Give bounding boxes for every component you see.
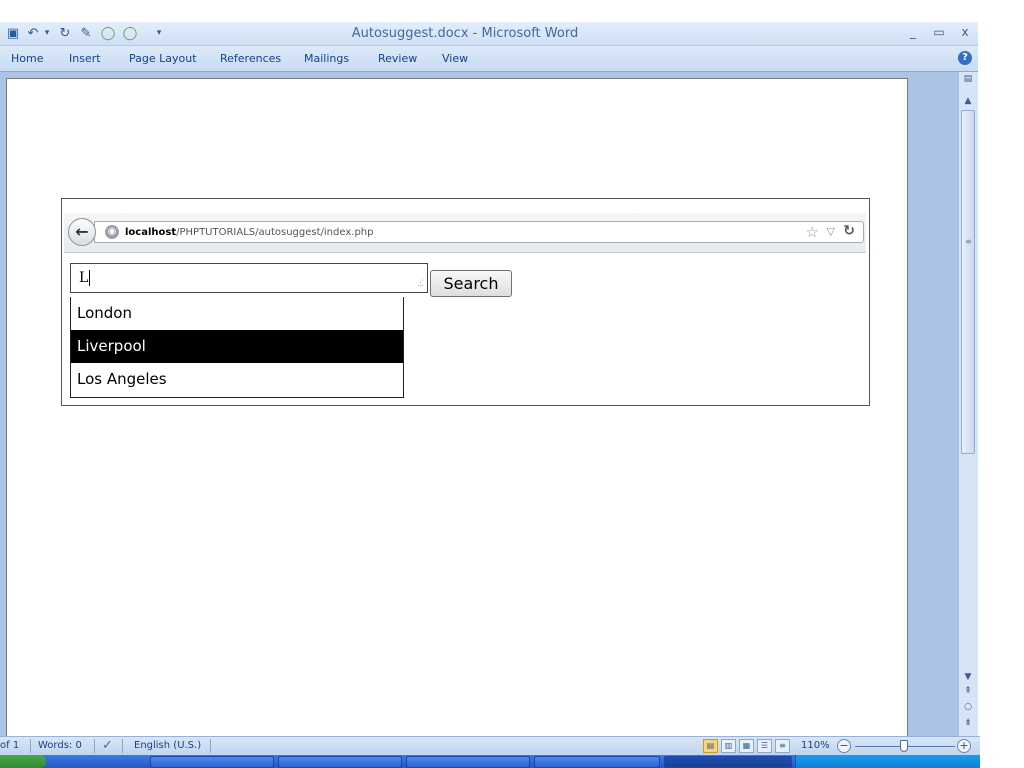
draft-view-icon[interactable]: ≡ [775, 739, 790, 753]
taskbar-window-button[interactable] [278, 756, 402, 768]
search-input-value: L [79, 270, 89, 286]
suggestion-item[interactable]: London [71, 297, 403, 330]
web-layout-icon[interactable]: ▦ [739, 739, 754, 753]
tab-page-layout[interactable]: Page Layout [129, 52, 197, 65]
status-divider [94, 739, 95, 753]
windows-taskbar [0, 755, 980, 768]
document-page[interactable] [6, 78, 908, 742]
screen-right-margin [978, 22, 1024, 768]
language-indicator[interactable]: English (U.S.) [134, 740, 201, 751]
tab-references[interactable]: References [220, 52, 281, 65]
globe-icon: ◉ [105, 225, 119, 239]
screen-top-margin [0, 0, 1024, 22]
taskbar-window-button[interactable] [534, 756, 660, 768]
zoom-out-icon[interactable]: − [837, 739, 851, 753]
browser-toolbar: ◉ localhost/PHPTUTORIALS/autosuggest/ind… [64, 213, 866, 253]
autosuggest-dropdown: London Liverpool Los Angeles [70, 297, 404, 398]
status-divider [30, 739, 31, 753]
address-bar[interactable]: ◉ localhost/PHPTUTORIALS/autosuggest/ind… [94, 221, 864, 243]
select-browse-object-icon[interactable]: ○ [961, 700, 975, 714]
url-text: localhost/PHPTUTORIALS/autosuggest/index… [125, 227, 373, 238]
tab-insert[interactable]: Insert [69, 52, 101, 65]
minimize-button[interactable]: _ [904, 25, 922, 41]
proofing-check-icon[interactable]: ✓ [102, 738, 113, 753]
previous-page-icon[interactable]: ⇞ [961, 684, 975, 698]
resize-grip-icon[interactable]: .:⁚ [417, 279, 424, 289]
outline-view-icon[interactable]: ☰ [757, 739, 772, 753]
ribbon-tab-bar: Home Insert Page Layout References Maili… [0, 46, 980, 72]
bookmark-star-icon[interactable]: ☆ [806, 223, 819, 241]
print-layout-view-icon[interactable]: ▤ [703, 739, 718, 753]
url-host: localhost [125, 227, 177, 238]
suggestion-item-selected[interactable]: Liverpool [71, 330, 403, 363]
close-button[interactable]: x [956, 25, 974, 41]
taskbar-window-button[interactable] [150, 756, 274, 768]
page-count[interactable]: of 1 [0, 740, 19, 751]
window-title: Autosuggest.docx - Microsoft Word [351, 26, 579, 41]
restore-button[interactable]: ▭ [930, 25, 948, 41]
history-dropdown-icon[interactable]: ▽ [827, 225, 835, 238]
title-bar: ▣ ↶ ▾ ↻ ✎ ◯ ◯ ▾ Autosuggest.docx - Micro… [0, 22, 980, 46]
taskbar-window-button[interactable] [406, 756, 530, 768]
scroll-up-icon[interactable]: ▲ [961, 94, 975, 108]
system-tray [795, 755, 980, 768]
ruler-toggle-icon[interactable]: ▤ [961, 72, 975, 86]
tab-review[interactable]: Review [378, 52, 417, 65]
search-button[interactable]: Search [430, 270, 512, 297]
full-screen-reading-icon[interactable]: ▥ [721, 739, 736, 753]
scroll-grip-icon: ≡ [965, 237, 972, 246]
tab-home[interactable]: Home [11, 52, 43, 65]
vertical-scrollbar[interactable]: ▤ ▲ ≡ ▼ ⇞ ○ ⇟ [958, 72, 978, 736]
zoom-level[interactable]: 110% [801, 740, 830, 751]
word-count[interactable]: Words: 0 [38, 740, 82, 751]
tab-view[interactable]: View [442, 52, 468, 65]
start-button[interactable] [0, 755, 46, 768]
reload-icon[interactable]: ↻ [843, 223, 855, 239]
scroll-down-icon[interactable]: ▼ [961, 670, 975, 684]
status-divider [122, 739, 123, 753]
help-icon[interactable]: ? [958, 51, 972, 65]
tab-mailings[interactable]: Mailings [304, 52, 349, 65]
search-input[interactable]: L .:⁚ [70, 263, 428, 293]
scroll-thumb[interactable] [961, 110, 975, 454]
text-cursor [89, 270, 91, 286]
status-divider [210, 739, 211, 753]
zoom-in-icon[interactable]: + [957, 739, 971, 753]
zoom-slider-thumb[interactable] [900, 740, 908, 752]
back-arrow-icon[interactable]: ← [68, 218, 96, 246]
taskbar-window-button-active[interactable] [664, 756, 792, 768]
embedded-browser-image[interactable]: ◉ localhost/PHPTUTORIALS/autosuggest/ind… [61, 198, 870, 406]
suggestion-item[interactable]: Los Angeles [71, 363, 403, 396]
status-bar: of 1 Words: 0 ✓ English (U.S.) ▤ ▥ ▦ ☰ ≡… [0, 736, 980, 755]
next-page-icon[interactable]: ⇟ [961, 716, 975, 730]
url-path: /PHPTUTORIALS/autosuggest/index.php [176, 227, 374, 238]
